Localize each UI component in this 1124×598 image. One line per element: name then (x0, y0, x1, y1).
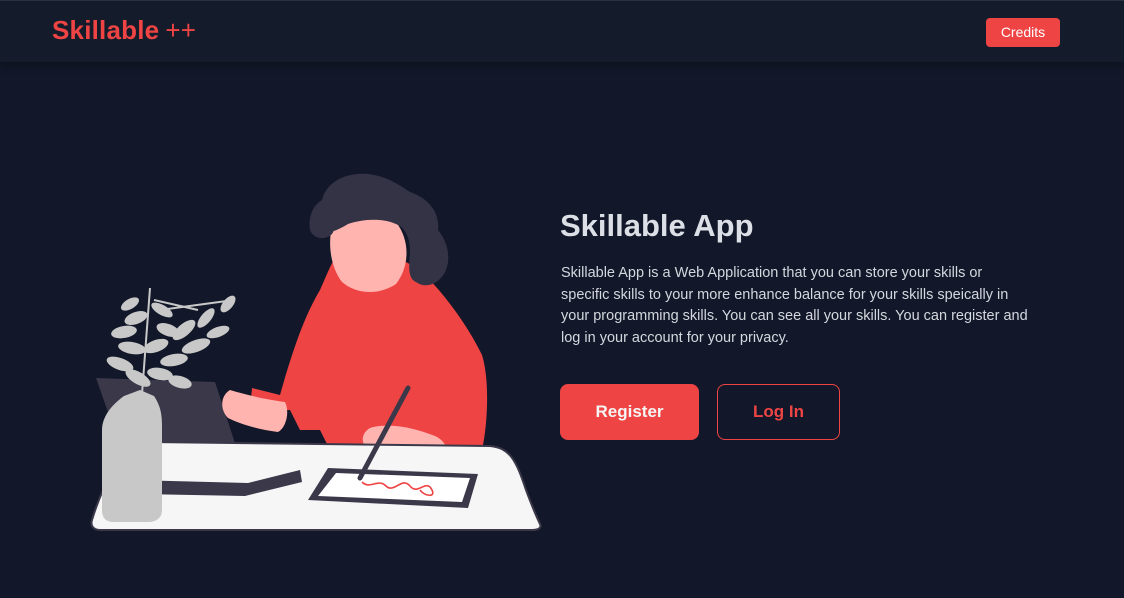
register-button[interactable]: Register (560, 384, 699, 440)
hero-description: Skillable App is a Web Application that … (561, 265, 1028, 346)
top-navbar: Skillable ++ Credits (0, 0, 1124, 62)
logo-suffix: ++ (165, 15, 197, 45)
login-button[interactable]: Log In (717, 384, 840, 440)
person-figure (222, 173, 488, 467)
hero-illustration (90, 173, 542, 531)
hero-title: Skillable App (560, 208, 754, 243)
plant-icon (106, 287, 236, 395)
vase-icon (102, 390, 162, 522)
credits-button[interactable]: Credits (986, 18, 1060, 47)
logo-text: Skillable (52, 15, 160, 45)
app-logo[interactable]: Skillable ++ (52, 15, 196, 46)
